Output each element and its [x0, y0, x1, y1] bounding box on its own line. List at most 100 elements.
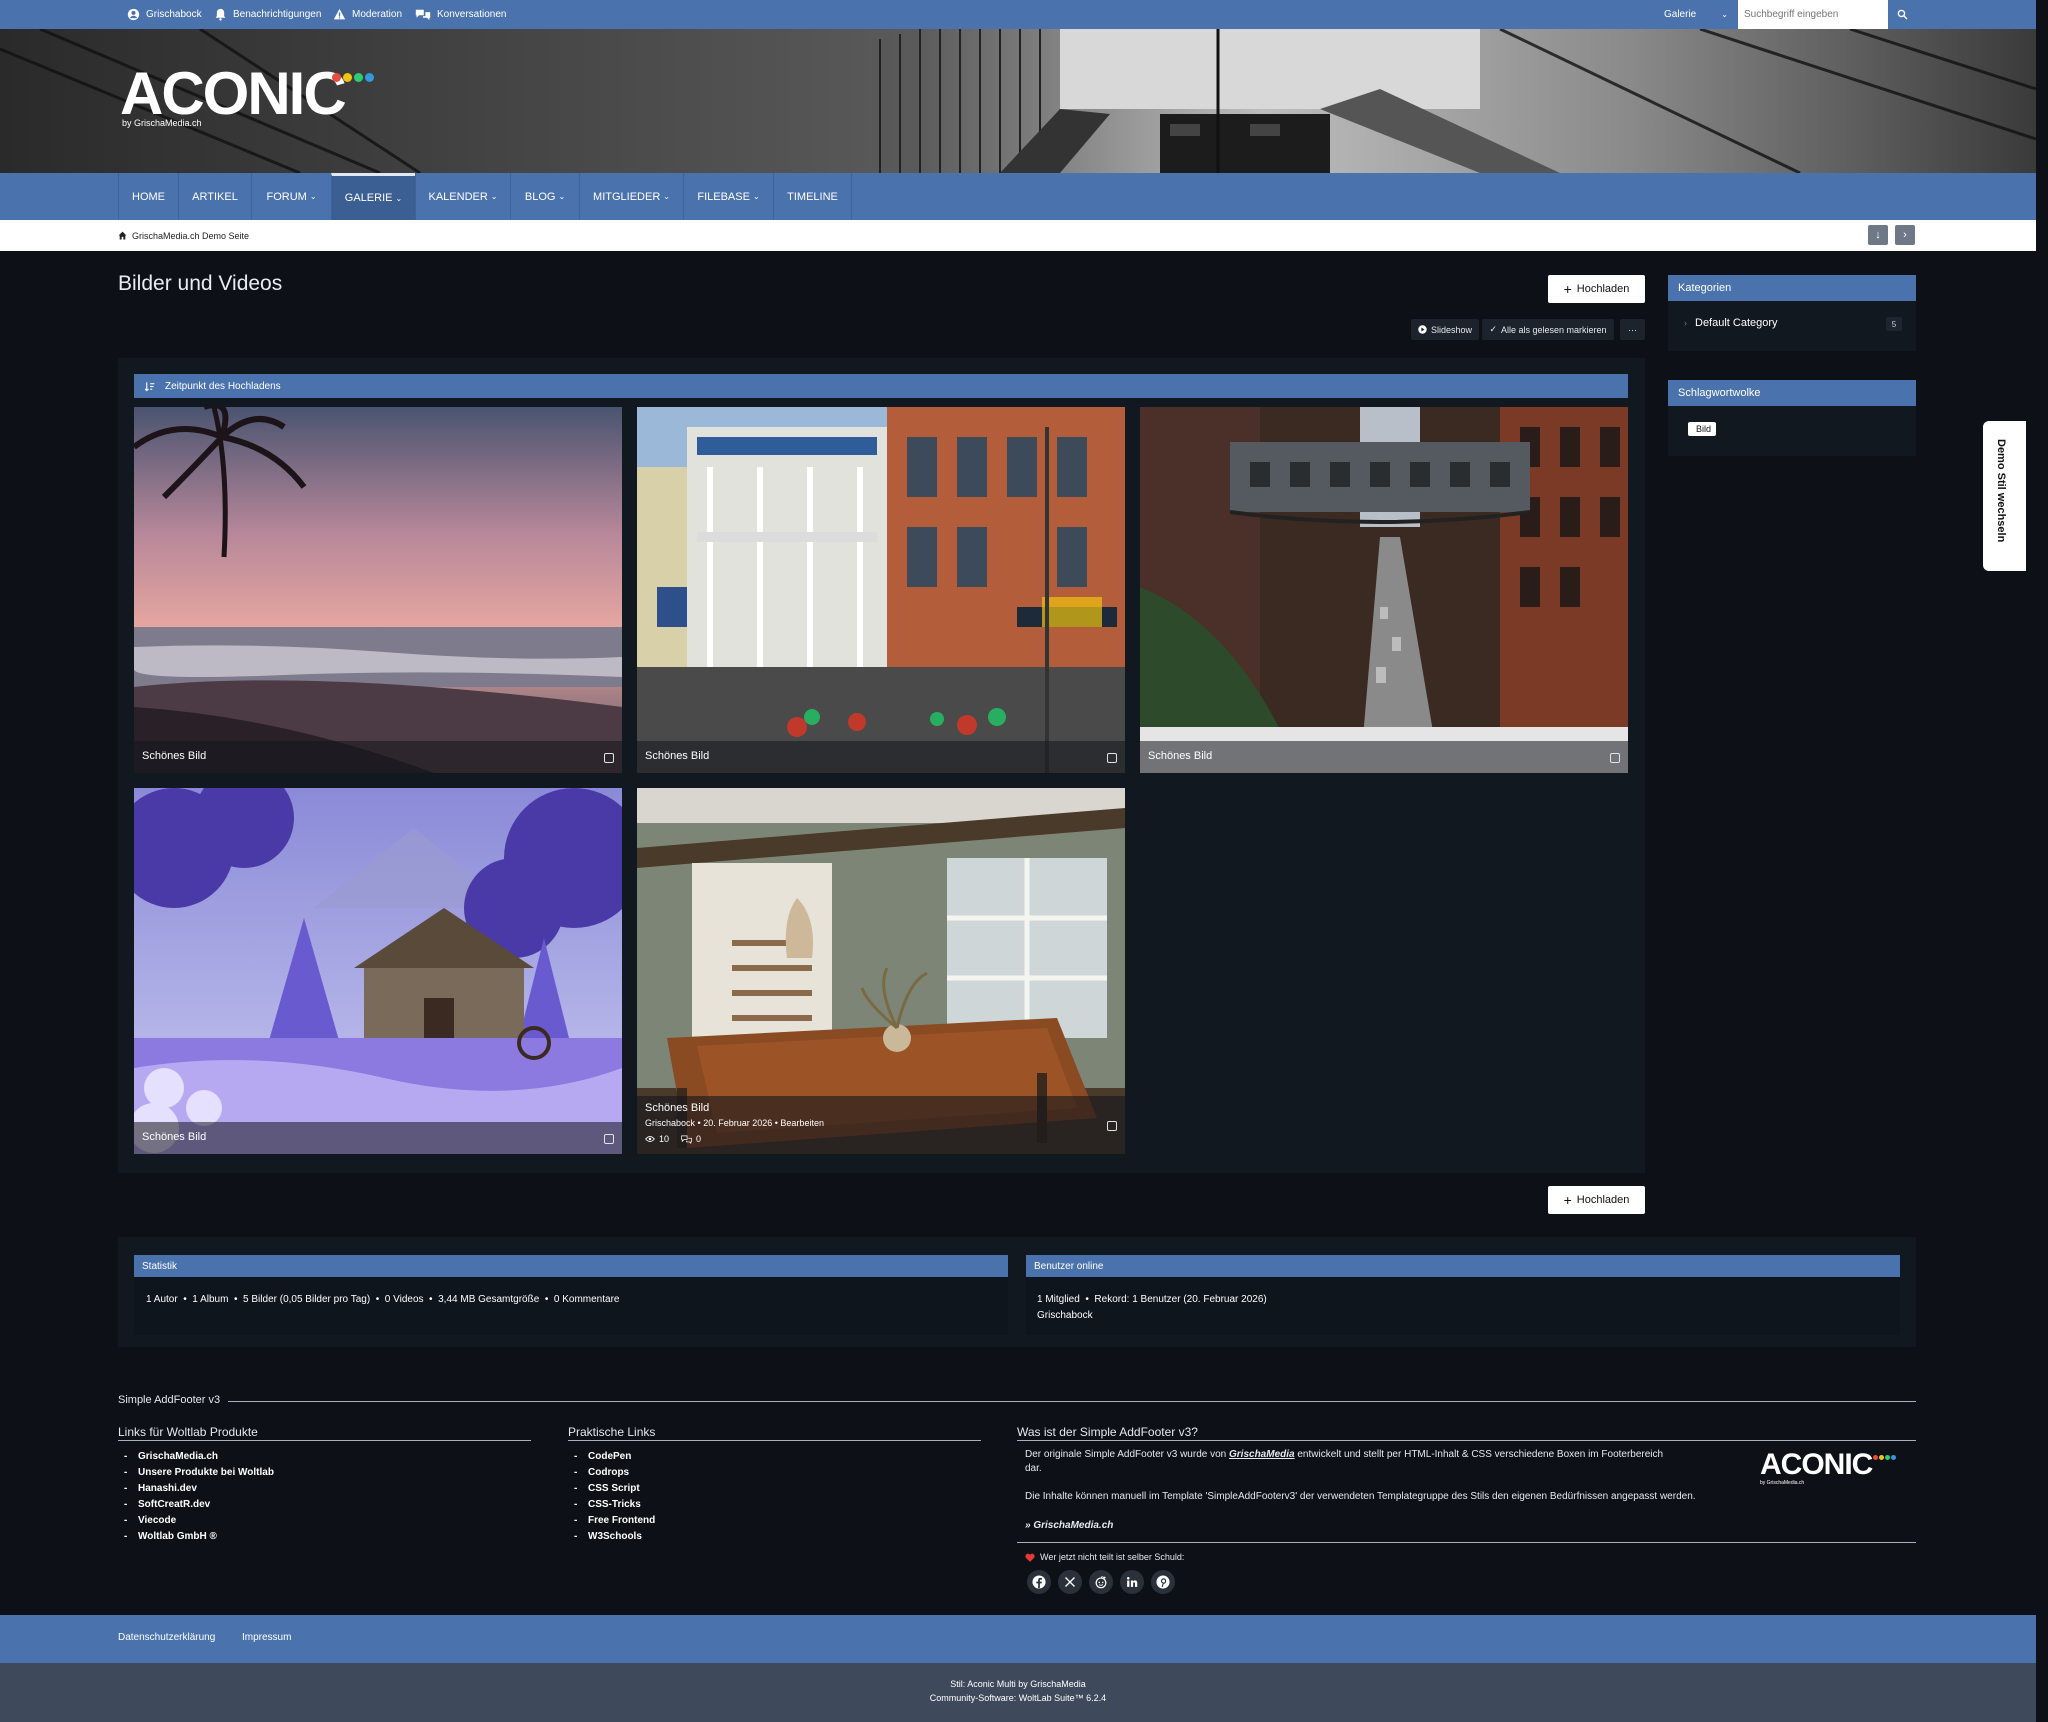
- gallery-item-3[interactable]: Schönes Bild: [1140, 407, 1628, 773]
- categories-title: Kategorien: [1678, 282, 1732, 294]
- footer-link-w3schools[interactable]: W3Schools: [574, 1531, 642, 1542]
- categories-box-title: Kategorien: [1668, 275, 1916, 301]
- footer-col3-paragraph-2: Die Inhalte können manuell im Template '…: [1025, 1491, 1696, 1502]
- nav-galerie-label: GALERIE: [344, 192, 393, 204]
- footer-p1-brand-link[interactable]: GrischaMedia: [1229, 1449, 1295, 1460]
- footer-link-viecode[interactable]: Viecode: [124, 1515, 176, 1526]
- search-scope-label: Galerie: [1664, 9, 1697, 20]
- user-menu-link[interactable]: Grischabock: [127, 0, 202, 29]
- gallery-item-edit-link[interactable]: Bearbeiten: [780, 1118, 824, 1128]
- linkedin-share-button[interactable]: [1120, 1570, 1144, 1594]
- footer-link-woltlab-products[interactable]: Unsere Produkte bei Woltlab: [124, 1467, 274, 1478]
- footer-link-softcreatr[interactable]: SoftCreatR.dev: [124, 1499, 210, 1510]
- select-checkbox[interactable]: [1107, 753, 1117, 763]
- footer-link-codepen[interactable]: CodePen: [574, 1451, 631, 1462]
- nav-mitglieder[interactable]: MITGLIEDER ⌄: [579, 173, 683, 220]
- site-logo[interactable]: ACONIC: [120, 64, 347, 124]
- gallery-item-caption: Schönes Bild Grischabock • 20. Februar 2…: [637, 1096, 1125, 1154]
- footer-link-free-frontend[interactable]: Free Frontend: [574, 1515, 655, 1526]
- breadcrumb: GrischaMedia.ch Demo Seite: [118, 220, 249, 251]
- category-item[interactable]: › Default Category: [1684, 317, 1778, 329]
- footer-divider: [228, 1401, 1916, 1402]
- nav-blog[interactable]: BLOG ⌄: [510, 173, 579, 220]
- upload-button-top[interactable]: + Hochladen: [1548, 275, 1645, 303]
- notifications-link[interactable]: Benachrichtigungen: [214, 0, 321, 29]
- slideshow-button[interactable]: Slideshow: [1411, 319, 1479, 340]
- upload-button-bottom[interactable]: + Hochladen: [1548, 1186, 1645, 1214]
- select-checkbox[interactable]: [604, 753, 614, 763]
- chevron-down-icon: ⌄: [663, 192, 670, 201]
- reddit-share-button[interactable]: [1089, 1570, 1113, 1594]
- gallery-item-caption: Schönes Bild: [134, 1122, 622, 1154]
- select-checkbox[interactable]: [1610, 753, 1620, 763]
- footer-link-grischamedia[interactable]: GrischaMedia.ch: [124, 1451, 218, 1462]
- more-options-button[interactable]: ···: [1620, 319, 1645, 340]
- x-share-button[interactable]: [1058, 1570, 1082, 1594]
- nav-blog-label: BLOG: [524, 190, 556, 203]
- nav-artikel[interactable]: ARTIKEL: [178, 173, 251, 220]
- nav-artikel-label: ARTIKEL: [192, 190, 238, 203]
- chevron-right-icon: ›: [1903, 229, 1907, 241]
- footer-link-woltlab[interactable]: Woltlab GmbH ®: [124, 1531, 217, 1542]
- gallery-item-2[interactable]: Schönes Bild: [637, 407, 1125, 773]
- nav-forum[interactable]: FORUM ⌄: [251, 173, 331, 220]
- search-scope-select[interactable]: Galerie ⌄: [1656, 0, 1736, 29]
- footer-link-css-tricks[interactable]: CSS-Tricks: [574, 1499, 641, 1510]
- footer-link-codrops[interactable]: Codrops: [574, 1467, 629, 1478]
- tag-bild[interactable]: Bild: [1688, 422, 1717, 436]
- search-input[interactable]: [1738, 0, 1888, 29]
- gallery-item-4[interactable]: Schönes Bild: [134, 788, 622, 1154]
- gallery-item-5[interactable]: Schönes Bild Grischabock • 20. Februar 2…: [637, 788, 1125, 1154]
- scroll-down-button[interactable]: ↓: [1868, 225, 1888, 245]
- user-icon: [127, 8, 140, 21]
- nav-timeline-label: TIMELINE: [787, 190, 838, 203]
- nav-galerie[interactable]: GALERIE ⌄: [331, 173, 415, 220]
- demo-style-switch-tab[interactable]: Demo Stil wechseln: [1983, 421, 2026, 571]
- chevron-down-icon: ⌄: [395, 193, 403, 203]
- eye-icon: [645, 1136, 655, 1142]
- gallery-image-beach: [134, 407, 622, 773]
- share-prompt: Wer jetzt nicht teilt ist selber Schuld:: [1025, 1552, 1184, 1562]
- imprint-link[interactable]: Impressum: [242, 1632, 291, 1643]
- logo-dot-green: [354, 73, 363, 82]
- online-users-text: 1 Mitglied • Rekord: 1 Benutzer (20. Feb…: [1037, 1294, 1267, 1305]
- gallery-image-city-bridge: [1140, 407, 1628, 773]
- select-checkbox[interactable]: [1107, 1121, 1117, 1131]
- gallery-item-title: Schönes Bild: [142, 1131, 207, 1143]
- footer-link-hanashi[interactable]: Hanashi.dev: [124, 1483, 197, 1494]
- nav-filebase[interactable]: FILEBASE ⌄: [683, 173, 773, 220]
- logo-dot-yellow: [343, 73, 352, 82]
- gallery-item-author[interactable]: Grischabock: [645, 1118, 695, 1128]
- search-button[interactable]: [1888, 0, 1916, 29]
- sort-bar[interactable]: Zeitpunkt des Hochladens: [134, 374, 1628, 398]
- style-credit[interactable]: Stil: Aconic Multi by GrischaMedia: [0, 1679, 2036, 1689]
- heart-icon: [1025, 1553, 1035, 1562]
- footer-link-css-script[interactable]: CSS Script: [574, 1483, 640, 1494]
- nav-kalender[interactable]: KALENDER ⌄: [415, 173, 510, 220]
- moderation-link[interactable]: Moderation: [333, 0, 402, 29]
- comments-icon: [681, 1134, 692, 1144]
- software-credit[interactable]: Community-Software: WoltLab Suite™ 6.2.4: [0, 1693, 2036, 1703]
- pinterest-share-button[interactable]: [1151, 1570, 1175, 1594]
- nav-timeline[interactable]: TIMELINE: [773, 173, 852, 220]
- categories-box: › Default Category 5: [1668, 301, 1916, 351]
- footer-col1-title: Links für Woltlab Produkte: [118, 1425, 258, 1439]
- nav-home[interactable]: HOME: [118, 173, 178, 220]
- arrow-down-icon: ↓: [1875, 229, 1881, 241]
- conversations-link[interactable]: Konversationen: [415, 0, 507, 29]
- mark-all-read-button[interactable]: ✓ Alle als gelesen markieren: [1482, 319, 1614, 340]
- online-user-link[interactable]: Grischabock: [1037, 1310, 1093, 1321]
- slideshow-label: Slideshow: [1430, 324, 1473, 335]
- page-title: Bilder und Videos: [118, 272, 283, 295]
- category-name: Default Category: [1695, 317, 1778, 329]
- category-count-badge: 5: [1886, 317, 1902, 331]
- gallery-item-caption: Schönes Bild: [637, 741, 1125, 773]
- breadcrumb-home-link[interactable]: GrischaMedia.ch Demo Seite: [132, 231, 249, 241]
- privacy-link[interactable]: Datenschutzerklärung: [118, 1632, 215, 1643]
- gallery-item-1[interactable]: Schönes Bild: [134, 407, 622, 773]
- footer-grischamedia-link[interactable]: » GrischaMedia.ch: [1025, 1520, 1113, 1531]
- footer-logo-dot-red: [1873, 1455, 1878, 1460]
- facebook-share-button[interactable]: [1027, 1570, 1051, 1594]
- select-checkbox[interactable]: [604, 1134, 614, 1144]
- next-button[interactable]: ›: [1895, 225, 1915, 245]
